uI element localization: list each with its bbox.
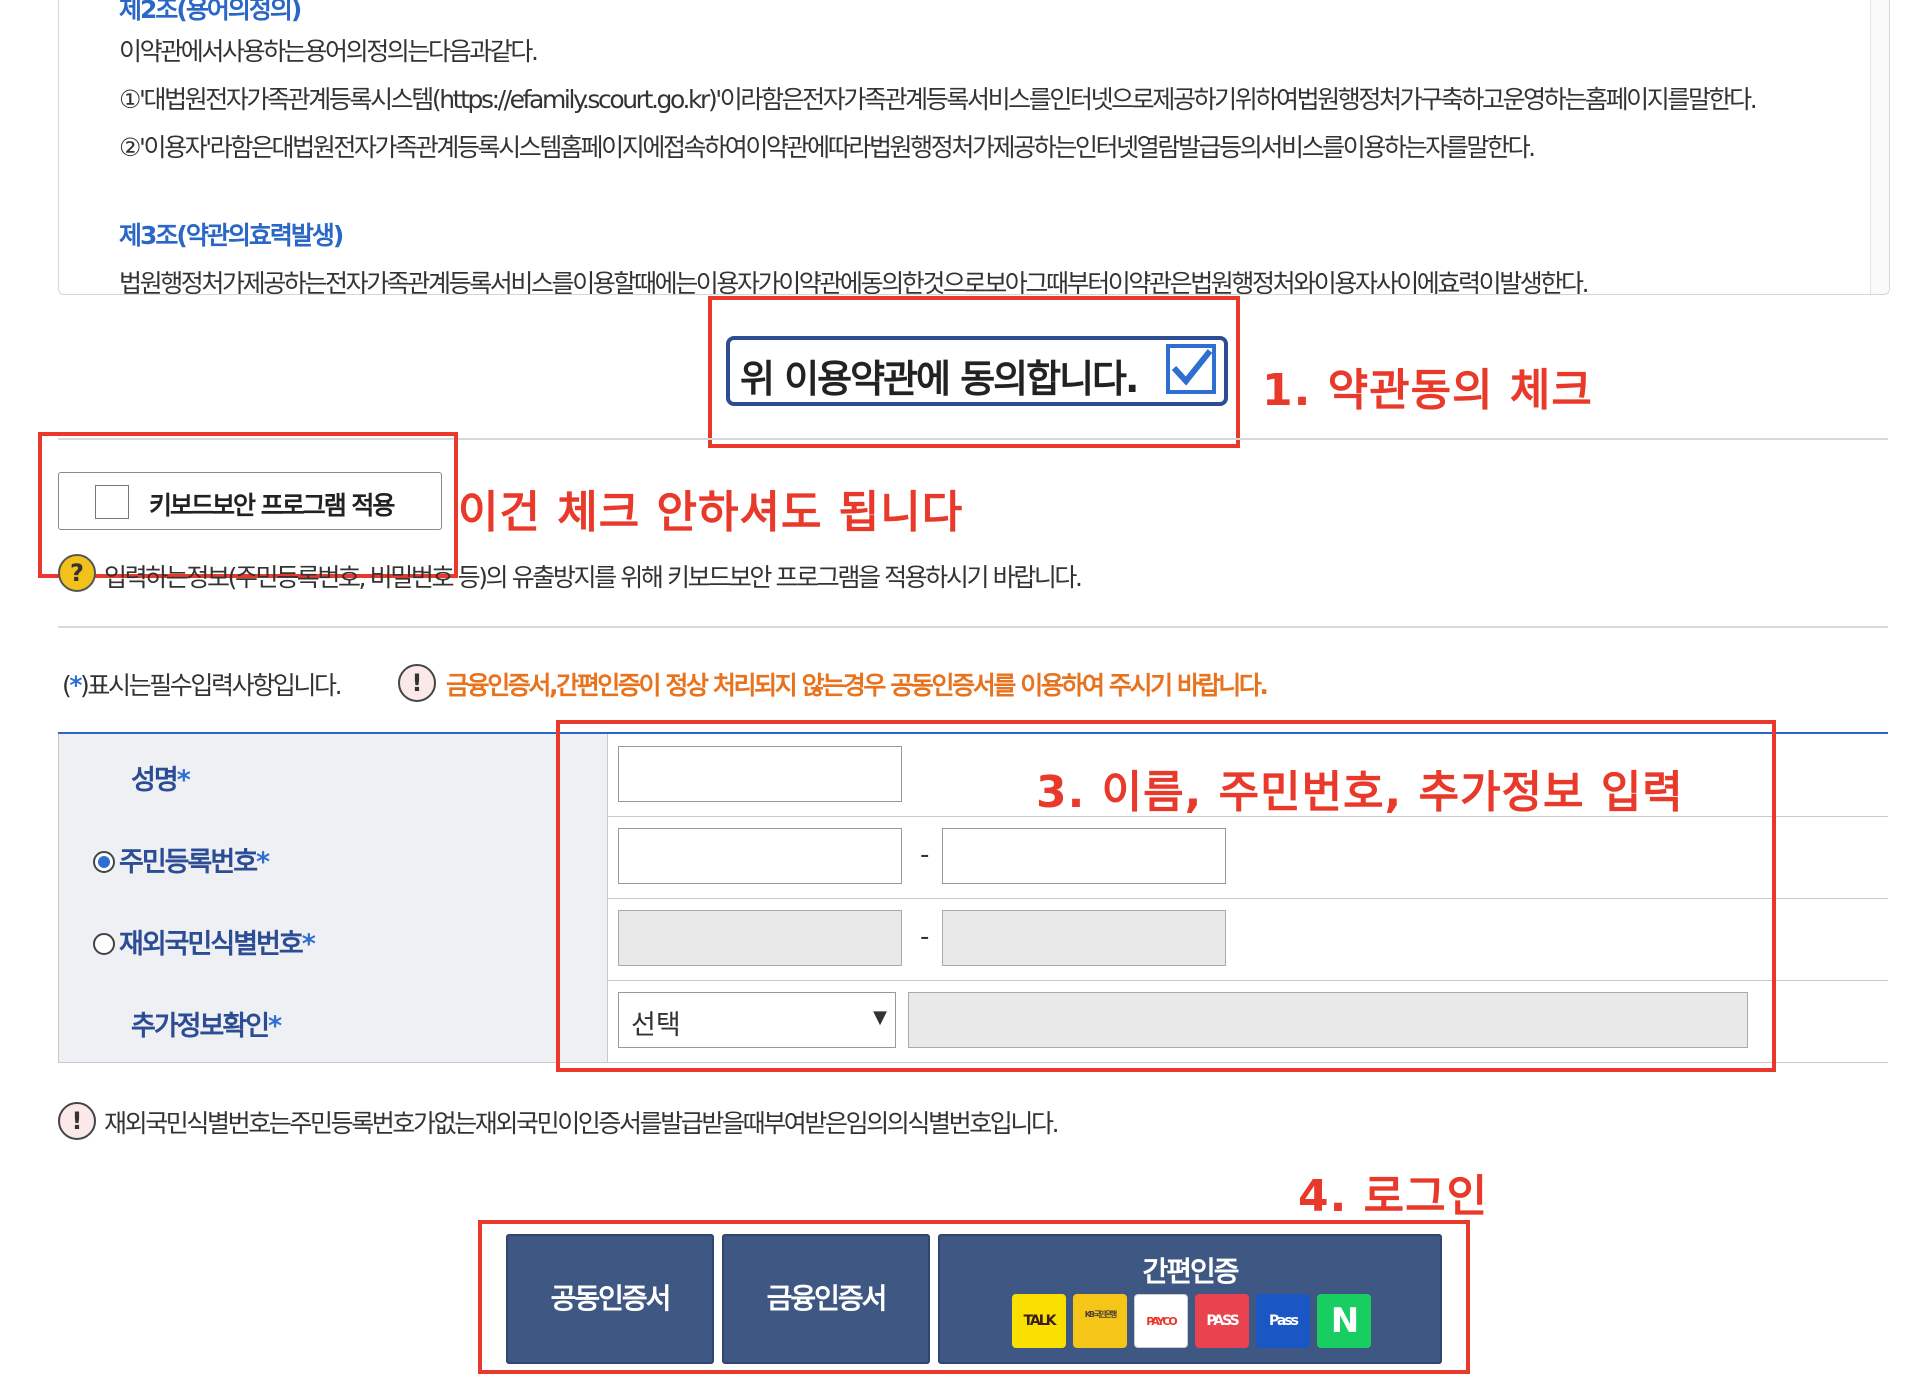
extra-info-label: 추가정보확인* xyxy=(131,1004,282,1043)
required-star: * xyxy=(176,765,191,796)
terms-scroll-box[interactable]: 제2조(용어의정의) 이약관에서사용하는용어의정의는다음과같다. ①'대법원전자… xyxy=(58,0,1890,295)
question-icon: ? xyxy=(58,554,96,592)
kb-bank-icon: KB 국민은행 xyxy=(1073,1294,1127,1348)
form-label-cell: 성명* xyxy=(58,734,608,816)
financial-cert-label: 금융인증서 xyxy=(766,1282,888,1315)
annotation-step3: 3. 이름, 주민번호, 추가정보 입력 xyxy=(1036,767,1684,818)
pass-icon: PASS xyxy=(1195,1294,1249,1348)
exclamation-icon: ! xyxy=(398,664,436,702)
joint-cert-button[interactable]: 공동인증서 xyxy=(506,1234,714,1364)
samsung-pass-icon: Pass xyxy=(1256,1294,1310,1348)
extra-info-label-text: 추가정보확인 xyxy=(131,1011,270,1042)
required-note-suffix: )표시는필수입력사항입니다. xyxy=(80,671,343,700)
required-star: * xyxy=(256,847,270,878)
required-star: * xyxy=(301,929,316,960)
naver-icon: N xyxy=(1317,1294,1371,1348)
exclamation-icon: ! xyxy=(58,1102,96,1140)
foreigner-id-label-text: 재외국민식별번호 xyxy=(119,929,304,960)
required-star: * xyxy=(268,1011,282,1042)
annotation-box-keyboard xyxy=(38,432,458,578)
foreigner-id-note: 재외국민식별번호는주민등록번호가없는재외국민이인증서를발급받을때부여받은임의의식… xyxy=(104,1109,1060,1138)
annotation-step1: 1. 약관동의 체크 xyxy=(1262,365,1593,416)
form-label-cell: 추가정보확인* xyxy=(58,980,608,1062)
divider xyxy=(58,626,1888,628)
name-label: 성명* xyxy=(131,758,191,797)
required-star: * xyxy=(69,671,82,700)
financial-cert-button[interactable]: 금융인증서 xyxy=(722,1234,930,1364)
article3-text: 법원행정처가제공하는전자가족관계등록서비스를이용할때에는이용자가이약관에동의한것… xyxy=(119,269,1590,295)
form-label-cell: 재외국민식별번호* xyxy=(58,898,608,980)
article2-heading: 제2조(용어의정의) xyxy=(119,0,302,24)
foreigner-id-radio-button[interactable] xyxy=(93,933,115,955)
annotation-step4: 4. 로그인 xyxy=(1298,1171,1489,1222)
simple-auth-button[interactable]: 간편인증 TALK KB 국민은행 PAYCO PASS Pass N xyxy=(938,1234,1442,1364)
article2-intro: 이약관에서사용하는용어의정의는다음과같다. xyxy=(119,37,539,66)
terms-scrollbar[interactable] xyxy=(1870,0,1889,294)
name-label-text: 성명 xyxy=(131,765,179,796)
payco-icon: PAYCO xyxy=(1134,1294,1188,1348)
foreigner-id-radio-label[interactable]: 재외국민식별번호* xyxy=(93,922,316,961)
joint-cert-label: 공동인증서 xyxy=(550,1282,672,1315)
cert-warning: 금융인증서,간편인증이 정상 처리되지 않는경우 공동인증서를 이용하여 주시기… xyxy=(446,671,1269,700)
rrn-label-text: 주민등록번호 xyxy=(119,847,258,878)
simple-auth-label: 간편인증 xyxy=(1142,1255,1239,1288)
required-field-note: (*)표시는필수입력사항입니다. xyxy=(62,666,343,702)
keyboard-security-notice: 입력하는정보(주민등록번호, 비밀번호 등)의 유출방지를 위해 키보드보안 프… xyxy=(104,563,1083,592)
annotation-keyboard-skip: 이건 체크 안하셔도 됩니다 xyxy=(458,487,964,538)
annotation-box-agree xyxy=(708,296,1240,448)
form-label-cell: 주민등록번호* xyxy=(58,816,608,898)
rrn-radio-label[interactable]: 주민등록번호* xyxy=(93,840,270,879)
article3-heading: 제3조(약관의효력발생) xyxy=(119,221,344,250)
article2-item2: ②'이용자'라함은대법원전자가족관계등록시스템홈페이지에접속하여이약관에따라법원… xyxy=(119,133,1536,162)
rrn-radio-button[interactable] xyxy=(93,851,115,873)
kakao-talk-icon: TALK xyxy=(1012,1294,1066,1348)
article2-item1: ①'대법원전자가족관계등록시스템(https://efamily.scourt.… xyxy=(119,85,1758,114)
